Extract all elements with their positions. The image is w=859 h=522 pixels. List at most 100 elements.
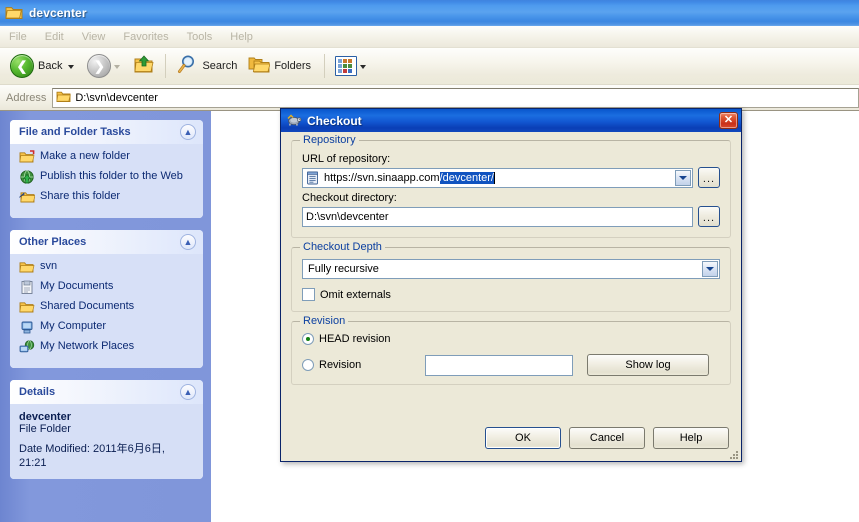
group-revision: Revision HEAD revision Revision Show log xyxy=(291,321,731,385)
menu-favorites[interactable]: Favorites xyxy=(114,29,177,45)
place-label: My Documents xyxy=(40,280,113,293)
task-make-new-folder[interactable]: Make a new folder xyxy=(19,150,195,166)
cancel-button[interactable]: Cancel xyxy=(569,427,645,449)
text-caret xyxy=(494,172,495,184)
task-label: Share this folder xyxy=(40,190,120,203)
panel-title: File and Folder Tasks xyxy=(19,126,131,138)
panel-body: svn My Documents xyxy=(10,254,203,368)
chevron-up-icon[interactable]: ▲ xyxy=(180,234,196,250)
revision-input[interactable] xyxy=(425,355,573,376)
toolbar-separator-1 xyxy=(165,54,166,78)
folders-button[interactable]: Folders xyxy=(244,50,318,82)
task-share-folder[interactable]: Share this folder xyxy=(19,190,195,206)
task-publish-to-web[interactable]: Publish this folder to the Web xyxy=(19,170,195,186)
panel-body: Make a new folder Publish this folder to… xyxy=(10,144,203,218)
task-sidebar: File and Folder Tasks ▲ Make a new folde… xyxy=(0,111,211,522)
toolbar: ❮ Back ❯ xyxy=(0,48,859,85)
dialog-titlebar[interactable]: Checkout ✕ xyxy=(281,109,741,132)
chevron-down-icon[interactable] xyxy=(675,170,691,186)
address-value: D:\svn\devcenter xyxy=(75,92,158,104)
panel-other-places: Other Places ▲ svn xyxy=(10,230,203,368)
url-browse-button[interactable]: ... xyxy=(698,167,720,188)
place-my-computer[interactable]: My Computer xyxy=(19,320,195,336)
menu-file[interactable]: File xyxy=(0,29,36,45)
forward-arrow-icon: ❯ xyxy=(87,54,111,78)
place-my-documents[interactable]: My Documents xyxy=(19,280,195,296)
omit-externals-label: Omit externals xyxy=(320,289,391,301)
new-folder-icon xyxy=(19,150,35,166)
folders-label: Folders xyxy=(274,60,311,72)
show-log-button[interactable]: Show log xyxy=(587,354,709,376)
revision-row: Revision Show log xyxy=(302,354,720,376)
views-button[interactable] xyxy=(331,50,375,82)
address-input[interactable]: D:\svn\devcenter xyxy=(52,88,859,108)
panel-header[interactable]: Other Places ▲ xyxy=(10,230,203,254)
network-places-icon xyxy=(19,340,35,356)
folder-icon xyxy=(19,260,35,276)
task-label: Make a new folder xyxy=(40,150,130,163)
dialog-title: Checkout xyxy=(307,114,719,128)
dialog-body: Repository URL of repository: xyxy=(281,132,741,461)
menu-tools[interactable]: Tools xyxy=(178,29,222,45)
back-arrow-icon: ❮ xyxy=(10,54,34,78)
up-folder-icon xyxy=(133,54,155,78)
checkout-depth-select[interactable]: Fully recursive xyxy=(302,259,720,279)
head-revision-row[interactable]: HEAD revision xyxy=(302,333,720,345)
resize-grip[interactable] xyxy=(727,448,738,459)
menu-edit[interactable]: Edit xyxy=(36,29,73,45)
magnifier-icon xyxy=(176,54,198,78)
checkout-directory-label: Checkout directory: xyxy=(302,192,720,204)
url-combobox[interactable]: https://svn.sinaapp.com/devcenter/ xyxy=(302,168,693,188)
checkout-dialog: Checkout ✕ Repository URL of repository: xyxy=(280,108,742,462)
share-folder-icon xyxy=(19,190,35,206)
views-dropdown-icon[interactable] xyxy=(360,65,366,69)
my-documents-icon xyxy=(19,280,35,296)
omit-externals-row[interactable]: Omit externals xyxy=(302,288,720,301)
publish-web-icon xyxy=(19,170,35,186)
close-icon[interactable]: ✕ xyxy=(719,112,738,129)
place-my-network-places[interactable]: My Network Places xyxy=(19,340,195,356)
group-label-checkout-depth: Checkout Depth xyxy=(300,241,385,253)
revision-radio[interactable] xyxy=(302,359,314,371)
details-type: File Folder xyxy=(19,423,195,435)
group-repository: Repository URL of repository: xyxy=(291,140,731,238)
menu-help[interactable]: Help xyxy=(221,29,262,45)
my-computer-icon xyxy=(19,320,35,336)
panel-details: Details ▲ devcenter File Folder Date Mod… xyxy=(10,380,203,479)
directory-browse-button[interactable]: ... xyxy=(698,206,720,227)
back-button[interactable]: ❮ Back xyxy=(6,50,83,82)
forward-dropdown-icon[interactable] xyxy=(114,65,120,69)
ok-button[interactable]: OK xyxy=(485,427,561,449)
window-title: devcenter xyxy=(29,6,87,20)
place-label: Shared Documents xyxy=(40,300,134,313)
repo-list-icon xyxy=(306,171,319,185)
place-svn[interactable]: svn xyxy=(19,260,195,276)
checkout-directory-input[interactable]: D:\svn\devcenter xyxy=(302,207,693,227)
place-shared-documents[interactable]: Shared Documents xyxy=(19,300,195,316)
folder-icon xyxy=(5,5,23,21)
details-body: devcenter File Folder Date Modified: 201… xyxy=(10,404,203,479)
up-button[interactable] xyxy=(129,50,159,82)
omit-externals-checkbox[interactable] xyxy=(302,288,315,301)
chevron-up-icon[interactable]: ▲ xyxy=(180,384,196,400)
panel-file-and-folder-tasks: File and Folder Tasks ▲ Make a new folde… xyxy=(10,120,203,218)
window-titlebar: devcenter xyxy=(0,0,859,26)
panel-header[interactable]: File and Folder Tasks ▲ xyxy=(10,120,203,144)
folders-icon xyxy=(248,54,270,78)
menu-view[interactable]: View xyxy=(73,29,115,45)
help-button[interactable]: Help xyxy=(653,427,729,449)
panel-header[interactable]: Details ▲ xyxy=(10,380,203,404)
forward-button[interactable]: ❯ xyxy=(83,50,129,82)
folder-icon xyxy=(56,90,71,106)
tortoisesvn-turtle-icon xyxy=(286,113,302,128)
place-label: My Network Places xyxy=(40,340,134,353)
search-button[interactable]: Search xyxy=(172,50,244,82)
head-revision-radio[interactable] xyxy=(302,333,314,345)
toolbar-separator-2 xyxy=(324,54,325,78)
panel-title: Details xyxy=(19,386,55,398)
chevron-down-icon[interactable] xyxy=(702,261,718,277)
chevron-up-icon[interactable]: ▲ xyxy=(180,124,196,140)
url-row: https://svn.sinaapp.com/devcenter/ ... xyxy=(302,167,720,188)
url-label: URL of repository: xyxy=(302,153,720,165)
back-dropdown-icon[interactable] xyxy=(68,65,74,69)
